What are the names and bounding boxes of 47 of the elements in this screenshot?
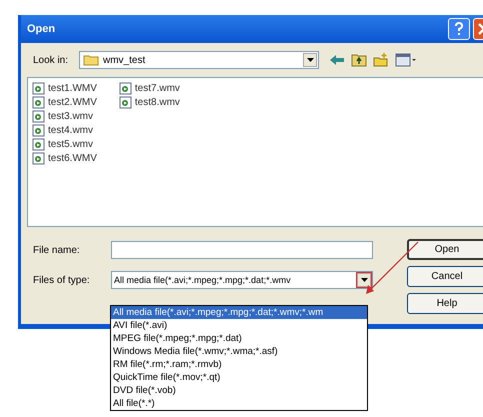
file-type-option[interactable]: RM file(*.rm;*.ram;*.rmvb) (111, 358, 367, 371)
look-in-dropdown[interactable]: wmv_test (79, 51, 319, 69)
help-icon (453, 22, 465, 36)
media-file-icon (32, 96, 46, 108)
file-item[interactable]: test5.wmv (32, 137, 97, 151)
window-title: Open (27, 23, 56, 35)
media-file-icon (118, 96, 133, 108)
file-type-option[interactable]: All media file(*.avi;*.mpeg;*.mpg;*.dat;*.wmv;*.wm (111, 306, 367, 319)
file-name-label: File name: (32, 244, 81, 256)
look-in-value: wmv_test (103, 54, 146, 66)
caret-icon (360, 278, 368, 282)
help-button[interactable] (448, 18, 470, 40)
files-of-type-label: Files of type: (32, 274, 91, 286)
file-type-option[interactable]: AVI file(*.avi) (111, 319, 367, 332)
file-item[interactable]: test8.wmv (118, 95, 180, 109)
back-arrow-icon[interactable] (329, 53, 345, 67)
view-menu-icon[interactable] (395, 53, 417, 67)
file-type-option[interactable]: MPEG file(*.mpeg;*.mpg;*.dat) (111, 332, 367, 345)
media-file-icon (32, 124, 46, 136)
caret-icon (306, 58, 314, 62)
dropdown-button[interactable] (357, 273, 371, 287)
media-file-icon (32, 82, 46, 94)
file-item[interactable]: test4.wmv (32, 123, 97, 137)
look-in-label: Look in: (33, 54, 70, 66)
files-of-type-dropdown[interactable]: All media file(*.avi;*.mpeg;*.mpg;*.dat;*.wmv (111, 271, 373, 289)
file-item[interactable]: test6.WMV (32, 151, 97, 165)
file-type-option[interactable]: All file(*.*) (111, 397, 367, 410)
dropdown-button[interactable] (303, 53, 317, 67)
media-file-icon (32, 152, 46, 164)
file-item[interactable]: test7.wmv (118, 81, 180, 95)
media-file-icon (32, 110, 46, 122)
file-item[interactable]: test2.WMV (32, 95, 97, 109)
up-folder-icon[interactable] (351, 53, 367, 67)
files-of-type-value: All media file(*.avi;*.mpeg;*.mpg;*.dat;*.wmv (114, 275, 292, 285)
folder-icon (83, 54, 99, 66)
dialog-button[interactable]: Cancel (407, 266, 483, 287)
media-file-icon (118, 82, 133, 94)
file-item[interactable]: test1.WMV (32, 81, 97, 95)
file-type-option[interactable]: QuickTime file(*.mov;*.qt) (111, 371, 367, 384)
file-type-option[interactable]: Windows Media file(*.wmv;*.wma;*.asf) (111, 345, 367, 358)
new-folder-icon[interactable] (373, 53, 389, 67)
dialog-button[interactable]: Open (407, 239, 483, 260)
dialog-button[interactable]: Help (407, 293, 483, 314)
file-item[interactable]: test3.wmv (32, 109, 97, 123)
file-type-option[interactable]: DVD file(*.vob) (111, 384, 367, 397)
media-file-icon (32, 138, 46, 150)
file-name-field[interactable] (111, 241, 373, 259)
